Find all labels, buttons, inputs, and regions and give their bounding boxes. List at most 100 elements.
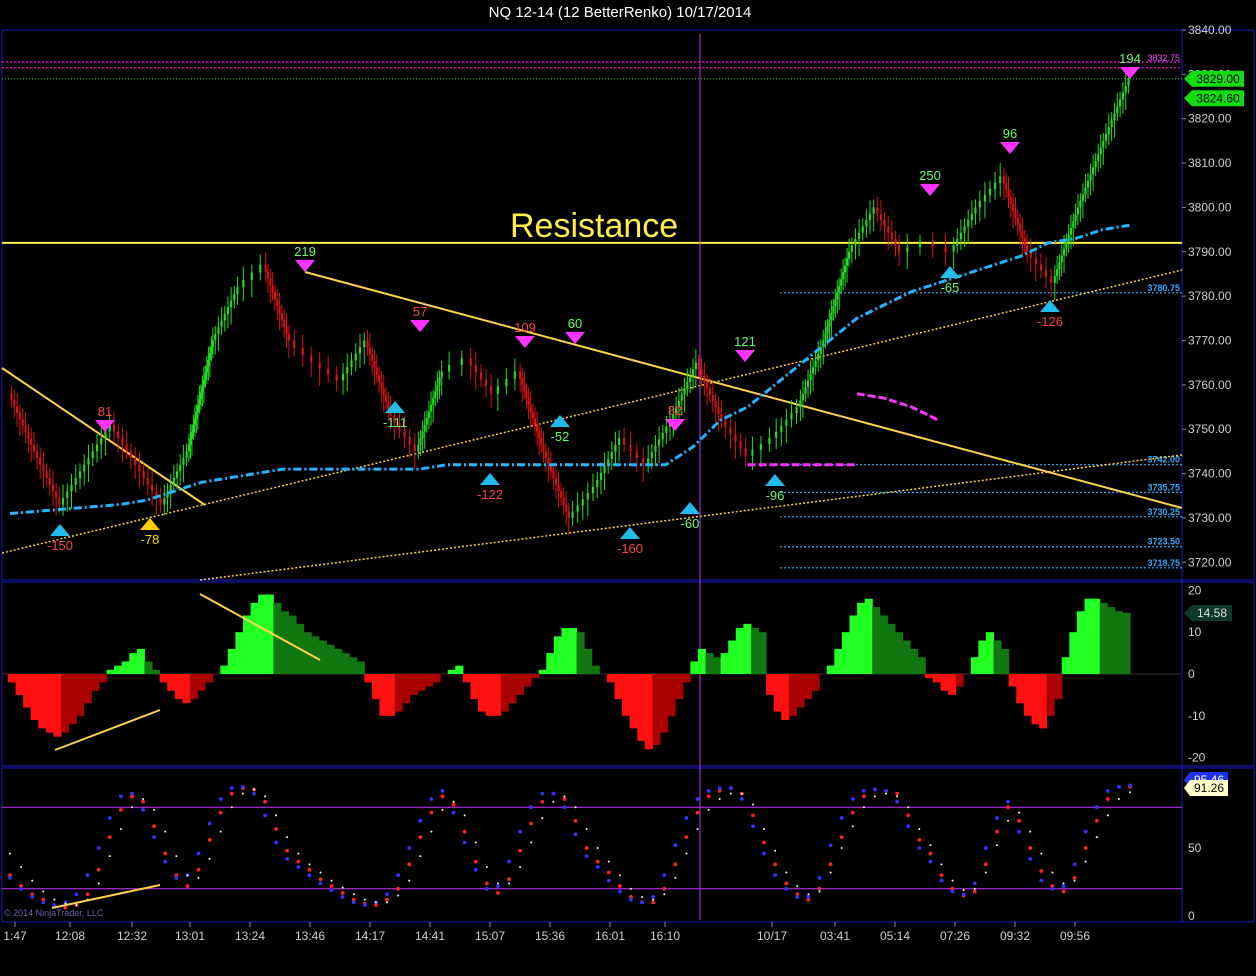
price-bar <box>527 398 530 405</box>
price-bar <box>854 239 857 246</box>
price-bar <box>540 438 543 445</box>
stoch-point <box>241 792 244 795</box>
swing-low-triangle <box>680 502 700 514</box>
price-bar <box>10 393 13 401</box>
macd-bar <box>53 674 62 737</box>
swing-marker: -111 <box>383 401 407 430</box>
price-bar <box>974 207 977 214</box>
stoch-point <box>1105 788 1110 793</box>
x-tick-label: 09:56 <box>1060 929 1090 943</box>
stoch-point <box>1083 846 1088 850</box>
macd-bar <box>697 648 706 674</box>
price-bar <box>858 232 861 240</box>
price-tick-label: 3840.00 <box>1188 23 1232 37</box>
stoch-point <box>207 821 212 826</box>
price-bar <box>384 395 388 403</box>
macd-bar <box>864 598 873 674</box>
price-bar <box>196 405 199 413</box>
swing-high-label: 96 <box>1003 126 1017 141</box>
stoch-point <box>163 859 168 864</box>
x-tick-label: 13:24 <box>235 929 265 943</box>
macd-bar <box>8 674 17 683</box>
price-bar <box>581 499 584 506</box>
macd-bar <box>1031 674 1040 725</box>
price-bar <box>434 391 437 399</box>
chart-canvas[interactable]: 3840.003830.003820.003810.003800.003790.… <box>0 0 1256 976</box>
stoch-point <box>995 829 999 834</box>
price-bar <box>994 182 997 189</box>
stoch-point <box>706 788 711 793</box>
x-tick-label: 05:14 <box>880 929 910 943</box>
macd-bar <box>932 674 941 683</box>
price-bar <box>1102 140 1105 148</box>
swing-high-triangle <box>1120 67 1140 79</box>
price-bar <box>425 418 428 425</box>
stoch-point <box>562 797 567 801</box>
price-bar <box>1086 180 1090 188</box>
price-bar <box>717 407 720 414</box>
stoch-point <box>751 803 754 806</box>
swing-marker: 82 <box>665 403 685 431</box>
price-bar <box>271 285 274 293</box>
stoch-point <box>85 892 90 897</box>
stoch-point <box>164 830 167 833</box>
stoch-point <box>174 876 179 880</box>
price-bar <box>204 373 207 380</box>
price-bar <box>879 213 882 221</box>
stoch-point <box>507 859 511 864</box>
stoch-point <box>1017 818 1022 823</box>
stoch-point <box>96 867 101 872</box>
stoch-point <box>774 849 777 852</box>
swing-low-label: -60 <box>681 516 700 531</box>
stoch-point <box>118 794 123 799</box>
price-bar <box>366 340 369 348</box>
stoch-point <box>207 837 212 842</box>
macd-bar <box>758 632 767 674</box>
x-tick-label: 14:17 <box>355 929 385 943</box>
macd-bar <box>235 632 244 674</box>
stoch-point <box>951 879 954 882</box>
stoch-point <box>419 855 422 858</box>
stoch-point <box>462 840 467 845</box>
swing-high-triangle <box>95 420 115 432</box>
price-bar <box>1014 210 1017 218</box>
stoch-point <box>695 810 700 815</box>
price-bar <box>250 272 253 280</box>
stoch-point <box>385 897 389 902</box>
price-bar <box>661 432 664 440</box>
price-tag: 3824.60 <box>1184 90 1244 107</box>
stoch-point <box>19 886 23 891</box>
stoch-point <box>186 874 189 877</box>
price-bar <box>865 220 868 227</box>
swing-low-label: -160 <box>617 541 643 556</box>
macd-bar <box>76 674 85 716</box>
price-bar <box>1084 187 1087 195</box>
stoch-point <box>352 893 355 896</box>
stoch-point <box>839 816 844 820</box>
stoch-point <box>130 806 133 809</box>
stoch-point <box>596 847 599 849</box>
price-bar <box>872 207 875 214</box>
level-line-label: 3730.25 <box>1147 507 1180 517</box>
price-bar <box>557 484 560 492</box>
swing-high-triangle <box>515 336 535 348</box>
stoch-point <box>1129 791 1131 794</box>
stoch-point <box>851 825 854 828</box>
swing-marker: -122 <box>477 473 503 502</box>
macd-bar <box>910 648 919 674</box>
stoch-point <box>362 903 367 908</box>
price-bar <box>371 354 374 362</box>
price-bar <box>759 443 762 450</box>
price-bar <box>129 451 132 459</box>
stoch-point <box>685 852 688 855</box>
stoch-point <box>573 818 578 823</box>
macd-bar <box>371 674 380 700</box>
macd-tick-label: -20 <box>1188 751 1206 765</box>
price-bar <box>1053 275 1056 283</box>
stoch-point <box>496 890 500 895</box>
stoch-point <box>1128 783 1132 788</box>
stoch-point <box>529 805 534 810</box>
macd-bar <box>538 669 547 674</box>
stoch-point <box>850 810 855 815</box>
price-bar <box>484 379 488 387</box>
